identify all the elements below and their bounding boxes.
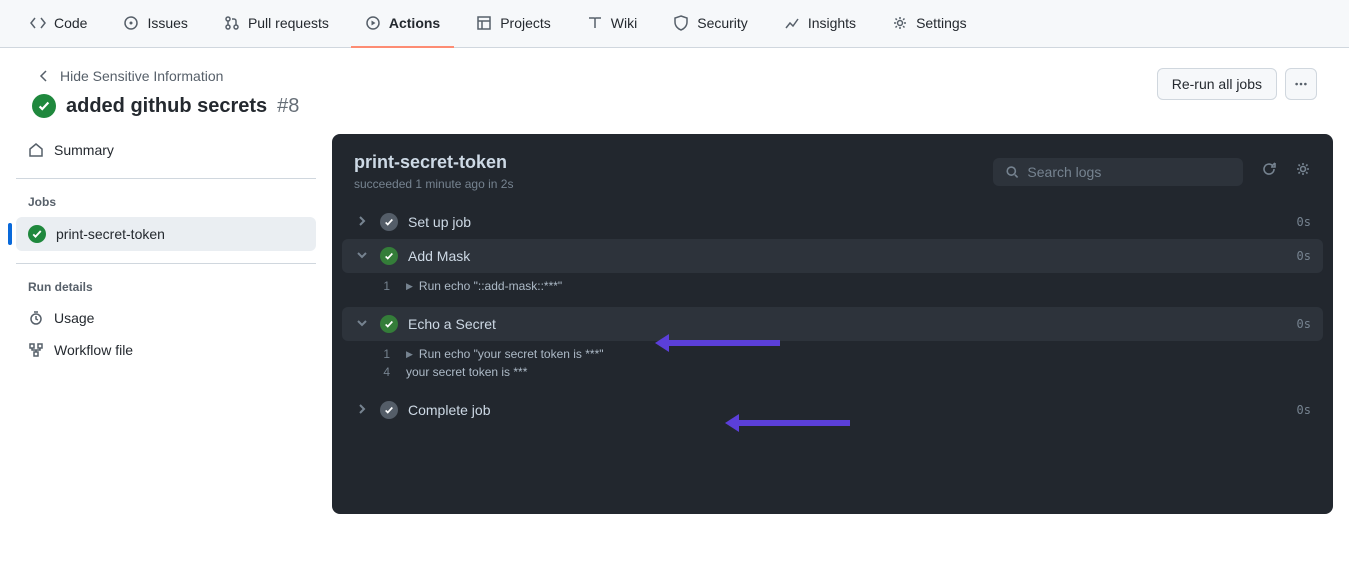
kebab-icon [1294, 76, 1308, 92]
sidebar-jobs-label: Jobs [16, 179, 316, 217]
tab-issues[interactable]: Issues [109, 0, 201, 48]
step-status-icon [380, 401, 398, 419]
tab-actions[interactable]: Actions [351, 0, 454, 48]
chevron-down-icon [354, 248, 370, 264]
success-icon [28, 225, 46, 243]
search-icon [1005, 164, 1019, 180]
run-header: Hide Sensitive Information added github … [0, 48, 1349, 118]
repo-tabs: Code Issues Pull requests Actions Projec… [0, 0, 1349, 48]
step-name: Echo a Secret [408, 316, 1287, 332]
search-logs[interactable] [993, 158, 1243, 186]
insights-icon [784, 15, 800, 31]
log-line: 4your secret token is *** [342, 363, 1323, 381]
sidebar-item-workflow-file[interactable]: Workflow file [16, 334, 316, 366]
tab-code[interactable]: Code [16, 0, 101, 48]
chevron-right-icon [354, 402, 370, 418]
shield-icon [673, 15, 689, 31]
projects-icon [476, 15, 492, 31]
tab-settings[interactable]: Settings [878, 0, 981, 48]
step-name: Add Mask [408, 248, 1287, 264]
step-duration: 0s [1297, 403, 1311, 417]
sidebar-item-summary[interactable]: Summary [16, 134, 316, 166]
more-actions-button[interactable] [1285, 68, 1317, 100]
step-status-icon [380, 213, 398, 231]
arrow-left-icon [36, 68, 52, 84]
run-title: added github secrets #8 [32, 94, 299, 118]
step-row[interactable]: Add Mask 0s [342, 239, 1323, 273]
sidebar-job-item[interactable]: print-secret-token [16, 217, 316, 251]
reload-button[interactable] [1261, 161, 1277, 182]
panel-title: print-secret-token [354, 152, 513, 173]
tab-wiki[interactable]: Wiki [573, 0, 651, 48]
chevron-down-icon [354, 316, 370, 332]
home-icon [28, 142, 44, 158]
pr-icon [224, 15, 240, 31]
log-block: 1▶Run echo "::add-mask::***" [342, 273, 1323, 307]
main-content: Summary Jobs print-secret-token Run deta… [0, 118, 1349, 514]
tab-projects[interactable]: Projects [462, 0, 565, 48]
step-duration: 0s [1297, 249, 1311, 263]
log-line: 1▶Run echo "::add-mask::***" [342, 277, 1323, 295]
success-icon [32, 94, 56, 118]
step-duration: 0s [1297, 317, 1311, 331]
step-status-icon [380, 315, 398, 333]
reload-icon [1261, 161, 1277, 177]
back-link[interactable]: Hide Sensitive Information [36, 68, 299, 84]
search-input[interactable] [1027, 164, 1231, 180]
code-icon [30, 15, 46, 31]
sidebar: Summary Jobs print-secret-token Run deta… [16, 134, 316, 514]
workflow-icon [28, 342, 44, 358]
tab-security[interactable]: Security [659, 0, 762, 48]
step-status-icon [380, 247, 398, 265]
tab-pull-requests[interactable]: Pull requests [210, 0, 343, 48]
wiki-icon [587, 15, 603, 31]
sidebar-run-details-label: Run details [16, 264, 316, 302]
step-duration: 0s [1297, 215, 1311, 229]
rerun-all-button[interactable]: Re-run all jobs [1157, 68, 1277, 100]
settings-button[interactable] [1295, 161, 1311, 182]
issues-icon [123, 15, 139, 31]
step-row[interactable]: Echo a Secret 0s [342, 307, 1323, 341]
gear-icon [892, 15, 908, 31]
annotation-arrow [730, 420, 850, 426]
log-block: 1▶Run echo "your secret token is ***"4yo… [342, 341, 1323, 393]
gear-icon [1295, 161, 1311, 177]
log-panel: print-secret-token succeeded 1 minute ag… [332, 134, 1333, 514]
step-name: Complete job [408, 402, 1287, 418]
actions-icon [365, 15, 381, 31]
log-line: 1▶Run echo "your secret token is ***" [342, 345, 1323, 363]
step-name: Set up job [408, 214, 1287, 230]
annotation-arrow [660, 340, 780, 346]
tab-insights[interactable]: Insights [770, 0, 870, 48]
timer-icon [28, 310, 44, 326]
panel-subtitle: succeeded 1 minute ago in 2s [354, 177, 513, 191]
sidebar-item-usage[interactable]: Usage [16, 302, 316, 334]
chevron-right-icon [354, 214, 370, 230]
step-row[interactable]: Set up job 0s [342, 205, 1323, 239]
